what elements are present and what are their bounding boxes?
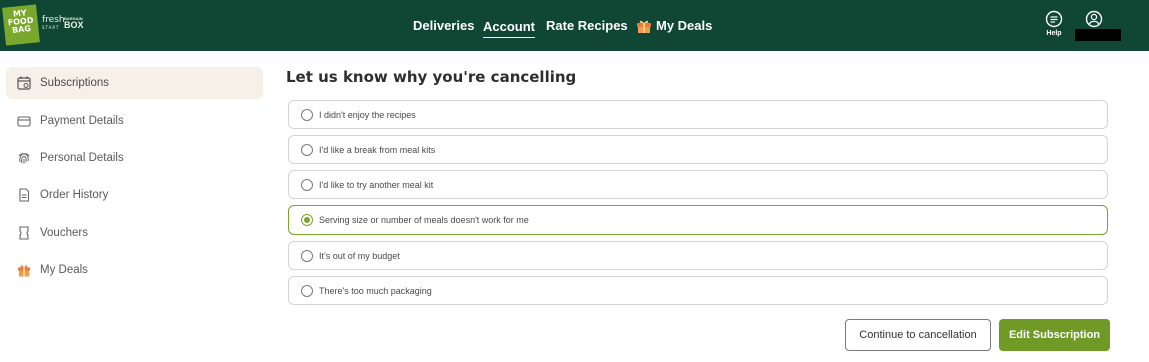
credit-card-icon xyxy=(17,116,31,127)
sidebar-item-vouchers[interactable]: Vouchers xyxy=(6,217,263,249)
redacted-user-name xyxy=(1075,29,1121,41)
sidebar-item-order-history[interactable]: Order History xyxy=(6,179,263,211)
help-icon xyxy=(1045,10,1063,28)
user-icon xyxy=(1085,10,1103,28)
reason-label: Serving size or number of meals doesn't … xyxy=(319,215,529,225)
reason-option[interactable]: There's too much packaging xyxy=(288,276,1108,305)
radio-button[interactable] xyxy=(301,249,313,262)
radio-button[interactable] xyxy=(301,143,313,156)
top-header: MY FOOD BAG fresh START BARGAIN BOX Delive… xyxy=(0,0,1149,51)
sidebar-item-my-deals[interactable]: My Deals xyxy=(6,254,263,286)
gift-icon xyxy=(637,20,651,33)
help-label: Help xyxy=(1046,30,1062,37)
reason-option[interactable]: I didn't enjoy the recipes xyxy=(288,100,1108,129)
my-food-bag-logo[interactable]: MY FOOD BAG xyxy=(2,4,40,46)
sidebar-item-label: Payment Details xyxy=(40,115,124,127)
sidebar-item-label: Subscriptions xyxy=(40,77,110,89)
sidebar-item-label: Order History xyxy=(40,189,109,201)
voucher-icon xyxy=(19,226,29,240)
reason-label: I'd like to try another meal kit xyxy=(319,179,434,190)
radio-button[interactable] xyxy=(301,178,313,191)
sidebar-item-label: Vouchers xyxy=(40,227,88,239)
reason-label: I'd like a break from meal kits xyxy=(319,144,436,155)
nav-account[interactable]: Account xyxy=(483,0,535,51)
sidebar-item-label: My Deals xyxy=(40,264,88,276)
radio-button-checked[interactable] xyxy=(301,214,313,226)
nav-rate-recipes[interactable]: Rate Recipes xyxy=(546,0,628,51)
reason-label: There's too much packaging xyxy=(319,285,432,296)
radio-button[interactable] xyxy=(301,108,313,121)
bargain-box-logo: BARGAIN BOX xyxy=(64,16,84,30)
edit-subscription-button[interactable]: Edit Subscription xyxy=(999,319,1110,351)
sidebar-item-payment-details[interactable]: Payment Details xyxy=(6,105,263,137)
gift-icon xyxy=(18,265,30,277)
reason-option[interactable]: I'd like a break from meal kits xyxy=(288,135,1108,164)
radio-button[interactable] xyxy=(301,284,313,297)
fingerprint-icon xyxy=(18,153,30,164)
nav-my-deals[interactable]: My Deals xyxy=(636,0,712,51)
fresh-start-logo: fresh START xyxy=(42,15,65,31)
calendar-icon xyxy=(17,76,31,90)
sidebar-item-subscriptions[interactable]: Subscriptions xyxy=(6,67,263,99)
sidebar-item-personal-details[interactable]: Personal Details xyxy=(6,142,263,174)
reason-option-selected[interactable]: Serving size or number of meals doesn't … xyxy=(288,205,1108,235)
nav-deliveries[interactable]: Deliveries xyxy=(413,0,474,51)
reason-label: I didn't enjoy the recipes xyxy=(319,109,416,120)
document-icon xyxy=(19,188,30,202)
reason-label: It's out of my budget xyxy=(319,250,400,261)
reason-option[interactable]: It's out of my budget xyxy=(288,241,1108,270)
continue-to-cancellation-button[interactable]: Continue to cancellation xyxy=(845,319,991,351)
sidebar-item-label: Personal Details xyxy=(40,152,124,164)
help-button[interactable]: Help xyxy=(1043,10,1065,37)
reason-option[interactable]: I'd like to try another meal kit xyxy=(288,170,1108,199)
page-title: Let us know why you're cancelling xyxy=(286,68,577,86)
